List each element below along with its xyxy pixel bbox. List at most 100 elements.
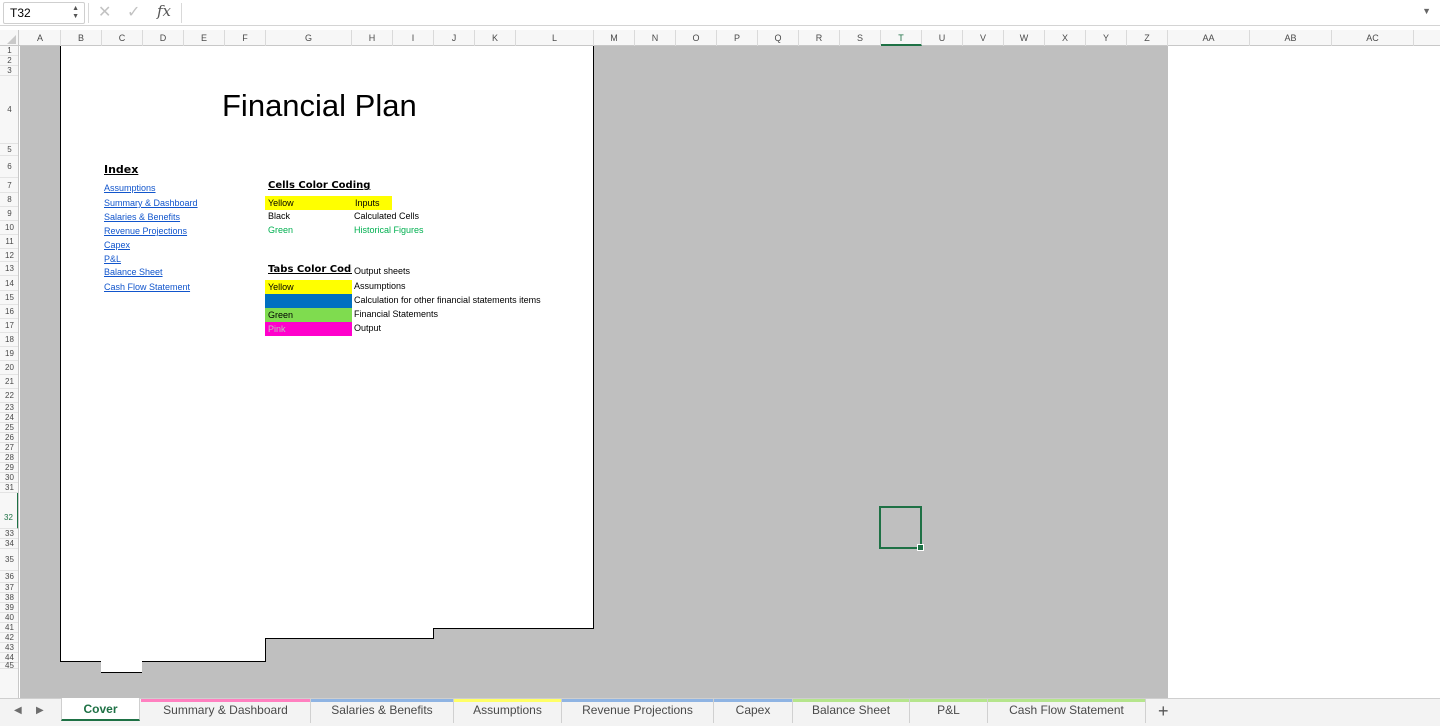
link-assumptions[interactable]: Assumptions [104,183,156,193]
tab-balance-sheet[interactable]: Balance Sheet [793,699,910,723]
row-header-23[interactable]: 23 [0,403,18,413]
column-header-ab[interactable]: AB [1250,30,1332,46]
column-header-u[interactable]: U [922,30,963,46]
name-box-stepper-icon[interactable]: ▲ ▼ [72,5,79,21]
column-header-p[interactable]: P [717,30,758,46]
column-header-o[interactable]: O [676,30,717,46]
column-header-i[interactable]: I [393,30,434,46]
column-header-x[interactable]: X [1045,30,1086,46]
column-header-m[interactable]: M [594,30,635,46]
legend-label[interactable]: Black [268,210,290,223]
column-header-c[interactable]: C [102,30,143,46]
row-header-19[interactable]: 19 [0,347,18,361]
row-header-21[interactable]: 21 [0,375,18,389]
column-header-y[interactable]: Y [1086,30,1127,46]
row-header-6[interactable]: 6 [0,156,18,178]
row-header-7[interactable]: 7 [0,178,18,193]
column-header-k[interactable]: K [475,30,516,46]
column-header-aa[interactable]: AA [1168,30,1250,46]
row-header-13[interactable]: 13 [0,262,18,276]
row-header-10[interactable]: 10 [0,221,18,235]
row-header-14[interactable]: 14 [0,276,18,291]
row-header-33[interactable]: 33 [0,529,18,539]
row-header-42[interactable]: 42 [0,633,18,643]
add-sheet-plus-icon[interactable]: + [1158,701,1169,722]
cells-coding-header[interactable]: Cells Color Coding [268,180,370,191]
row-header-39[interactable]: 39 [0,603,18,613]
column-header-q[interactable]: Q [758,30,799,46]
link-pnl[interactable]: P&L [104,254,121,264]
index-header[interactable]: Index [104,163,138,176]
formula-input[interactable] [184,2,1414,24]
column-header-r[interactable]: R [799,30,840,46]
next-sheet-triangle-right-icon[interactable]: ▶ [36,705,44,716]
row-header-12[interactable]: 12 [0,249,18,262]
legend-desc[interactable]: Output [354,322,381,335]
link-revenue-projections[interactable]: Revenue Projections [104,226,187,236]
column-header-b[interactable]: B [61,30,102,46]
tab-salaries-benefits[interactable]: Salaries & Benefits [311,699,454,723]
row-header-41[interactable]: 41 [0,623,18,633]
row-header-28[interactable]: 28 [0,453,18,463]
column-header-f[interactable]: F [225,30,266,46]
tab-cover[interactable]: Cover [61,698,140,721]
row-header-34[interactable]: 34 [0,539,18,549]
row-header-25[interactable]: 25 [0,423,18,433]
name-box[interactable]: T32 ▲ ▼ [3,2,85,24]
selected-cell-t32[interactable] [879,506,924,551]
column-header-g[interactable]: G [266,30,352,46]
column-header-e[interactable]: E [184,30,225,46]
row-header-29[interactable]: 29 [0,463,18,473]
fx-icon[interactable]: fx [157,2,171,20]
row-header-37[interactable]: 37 [0,583,18,593]
row-header-1[interactable]: 1 [0,46,18,56]
link-salaries-benefits[interactable]: Salaries & Benefits [104,212,180,222]
row-header-5[interactable]: 5 [0,144,18,156]
legend-desc[interactable]: Inputs [352,196,392,210]
row-header-17[interactable]: 17 [0,319,18,333]
row-header-2[interactable]: 2 [0,56,18,66]
legend-label[interactable]: Green [268,224,293,237]
column-header-w[interactable]: W [1004,30,1045,46]
row-header-11[interactable]: 11 [0,235,18,249]
column-header-h[interactable]: H [352,30,393,46]
row-header-15[interactable]: 15 [0,291,18,305]
row-header-22[interactable]: 22 [0,389,18,403]
legend-desc[interactable]: Assumptions [354,280,406,293]
row-header-4[interactable]: 4 [0,76,18,144]
tabs-coding-header[interactable]: Tabs Color Codi [268,264,352,275]
legend-desc[interactable]: Calculation for other financial statemen… [354,294,541,307]
column-header-z[interactable]: Z [1127,30,1168,46]
row-header-32[interactable]: 32 [0,493,18,529]
confirm-check-icon[interactable]: ✓ [127,3,140,23]
legend-desc[interactable]: Historical Figures [354,224,424,237]
tab-p-l[interactable]: P&L [910,699,988,723]
row-header-8[interactable]: 8 [0,193,18,207]
select-all-corner[interactable] [0,30,19,46]
tab-summary-dashboard[interactable]: Summary & Dashboard [141,699,311,723]
tab-assumptions[interactable]: Assumptions [454,699,562,723]
row-header-40[interactable]: 40 [0,613,18,623]
row-header-20[interactable]: 20 [0,361,18,375]
prev-sheet-triangle-left-icon[interactable]: ◀ [14,705,22,716]
column-header-a[interactable]: A [20,30,61,46]
row-header-45[interactable]: 45 [0,661,18,670]
row-header-27[interactable]: 27 [0,443,18,453]
row-header-18[interactable]: 18 [0,333,18,347]
row-header-38[interactable]: 38 [0,593,18,603]
expand-formula-bar-icon[interactable]: ▼ [1422,6,1431,16]
row-header-16[interactable]: 16 [0,305,18,319]
swatch-blue[interactable] [265,294,352,308]
column-header-s[interactable]: S [840,30,881,46]
column-header-v[interactable]: V [963,30,1004,46]
cancel-x-icon[interactable]: ✕ [98,3,111,23]
row-header-30[interactable]: 30 [0,473,18,483]
swatch-yellow[interactable]: Yellow [265,196,352,210]
tabs-coding-caption[interactable]: Output sheets [354,265,410,278]
legend-desc[interactable]: Calculated Cells [354,210,419,223]
swatch-yellow[interactable]: Yellow [265,280,352,294]
swatch-green[interactable]: Green [265,308,352,322]
tab-cash-flow-statement[interactable]: Cash Flow Statement [988,699,1146,723]
legend-desc[interactable]: Financial Statements [354,308,438,321]
row-header-43[interactable]: 43 [0,643,18,653]
